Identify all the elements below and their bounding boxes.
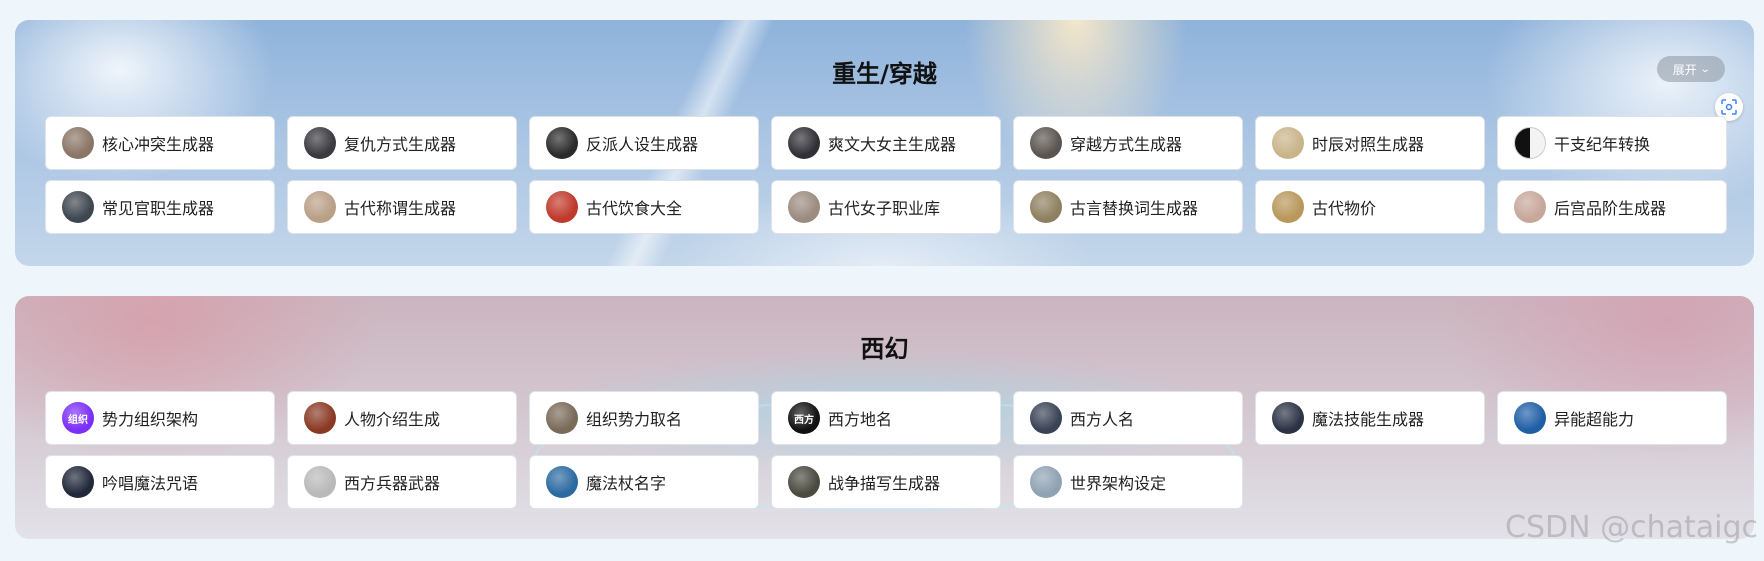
tool-card[interactable]: 古代饮食大全 [529,180,759,234]
tool-card[interactable]: 核心冲突生成器 [45,116,275,170]
tool-card-label: 吟唱魔法咒语 [102,474,199,493]
tool-card[interactable]: 组织 势力组织架构 [45,391,275,445]
tool-card-label: 古言替换词生成器 [1070,199,1199,218]
tool-card[interactable]: 复仇方式生成器 [287,116,517,170]
tool-card[interactable]: 古代称谓生成器 [287,180,517,234]
tool-card-label: 西方兵器武器 [344,474,441,493]
screen-capture-icon [1721,99,1737,115]
coin-icon [1272,191,1304,223]
portrait-icon [304,402,336,434]
tool-card[interactable]: 魔法杖名字 [529,455,759,509]
tool-card[interactable]: 古代物价 [1255,180,1485,234]
expand-button[interactable]: 展开 ⌄ [1657,56,1725,82]
chevron-down-icon: ⌄ [1699,63,1711,75]
place-badge-icon: 西方 [788,402,820,434]
tool-card[interactable]: 西方 西方地名 [771,391,1001,445]
tool-card[interactable]: 干支纪年转换 [1497,116,1727,170]
tool-card[interactable]: 组织势力取名 [529,391,759,445]
castle-icon [546,402,578,434]
section-western-fantasy: 西幻 组织 势力组织架构 人物介绍生成 组织势力取名 西方 西方地名 西方人名 魔法技能生成器… [15,296,1754,539]
tool-card-label: 反派人设生成器 [586,135,699,154]
magic-icon [1272,402,1304,434]
tool-grid: 核心冲突生成器 复仇方式生成器 反派人设生成器 爽文大女主生成器 穿越方式生成器 时辰对照… [45,116,1727,234]
tool-card-label: 古代女子职业库 [828,199,941,218]
tool-card[interactable]: 常见官职生成器 [45,180,275,234]
tool-card-label: 组织势力取名 [586,410,683,429]
tool-card-label: 人物介绍生成 [344,410,441,429]
yin-yang-icon [1514,127,1546,159]
section-title: 西幻 [860,335,909,363]
portrait-icon [304,191,336,223]
tool-card[interactable]: 爽文大女主生成器 [771,116,1001,170]
expand-label: 展开 [1672,62,1697,77]
food-icon [546,191,578,223]
org-badge-icon: 组织 [62,402,94,434]
tool-grid: 组织 势力组织架构 人物介绍生成 组织势力取名 西方 西方地名 西方人名 魔法技能生成器 异能超… [45,391,1727,509]
sundial-icon [1272,127,1304,159]
portrait-icon [546,127,578,159]
portrait-icon [62,127,94,159]
portrait-icon [1030,127,1062,159]
tool-card[interactable]: 西方兵器武器 [287,455,517,509]
tool-card-label: 势力组织架构 [102,410,199,429]
tool-card[interactable]: 战争描写生成器 [771,455,1001,509]
energy-icon [1514,402,1546,434]
tool-card-label: 常见官职生成器 [102,199,215,218]
tool-card-label: 西方人名 [1070,410,1135,429]
scroll-icon [1030,191,1062,223]
tool-card-label: 爽文大女主生成器 [828,135,957,154]
tool-card-label: 核心冲突生成器 [102,135,215,154]
tool-card[interactable]: 反派人设生成器 [529,116,759,170]
battle-icon [788,466,820,498]
tool-card-label: 魔法杖名字 [586,474,667,493]
tool-card-label: 穿越方式生成器 [1070,135,1183,154]
tool-card-label: 古代物价 [1312,199,1377,218]
tool-card[interactable]: 古代女子职业库 [771,180,1001,234]
portrait-icon [788,191,820,223]
tool-card[interactable]: 西方人名 [1013,391,1243,445]
tool-card[interactable]: 人物介绍生成 [287,391,517,445]
world-icon [1030,466,1062,498]
tool-card[interactable]: 后宫品阶生成器 [1497,180,1727,234]
portrait-icon [788,127,820,159]
tool-card-label: 西方地名 [828,410,893,429]
tool-card-label: 世界架构设定 [1070,474,1167,493]
tool-card[interactable]: 穿越方式生成器 [1013,116,1243,170]
wand-icon [546,466,578,498]
portrait-icon [62,191,94,223]
tool-card-label: 时辰对照生成器 [1312,135,1425,154]
tool-card-label: 古代饮食大全 [586,199,683,218]
tool-card-label: 复仇方式生成器 [344,135,457,154]
section-rebirth-time-travel: 重生/穿越 展开 ⌄ 核心冲突生成器 复仇方式生成器 反派人设生成器 爽文大女主生成器… [15,20,1754,266]
watermark: CSDN @chataigc [1505,510,1758,545]
crossed-swords-icon [304,466,336,498]
tool-card-label: 异能超能力 [1554,410,1635,429]
tool-card-label: 魔法技能生成器 [1312,410,1425,429]
tool-card-label: 后宫品阶生成器 [1554,199,1667,218]
portrait-icon [1030,402,1062,434]
tool-card-label: 古代称谓生成器 [344,199,457,218]
tool-card-label: 干支纪年转换 [1554,135,1651,154]
spell-icon [62,466,94,498]
tool-card[interactable]: 异能超能力 [1497,391,1727,445]
tool-card[interactable]: 世界架构设定 [1013,455,1243,509]
tool-card[interactable]: 古言替换词生成器 [1013,180,1243,234]
tool-card[interactable]: 时辰对照生成器 [1255,116,1485,170]
tool-card-label: 战争描写生成器 [828,474,941,493]
tool-card[interactable]: 魔法技能生成器 [1255,391,1485,445]
portrait-icon [304,127,336,159]
tool-card[interactable]: 吟唱魔法咒语 [45,455,275,509]
section-title: 重生/穿越 [832,60,937,88]
portrait-icon [1514,191,1546,223]
